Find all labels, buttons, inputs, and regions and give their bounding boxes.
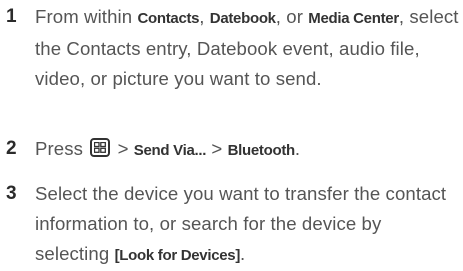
step-number: 2 — [6, 138, 17, 159]
step-3: 3 Select the device you want to transfer… — [0, 179, 463, 269]
instruction-steps: 1 From within Contacts, Datebook, or Med… — [0, 0, 463, 268]
menu-keyword-look-for-devices: [Look for Devices] — [114, 247, 241, 264]
menu-keyword-media-center: Media Center — [308, 10, 399, 27]
menu-keyword-datebook: Datebook — [209, 10, 276, 27]
menu-keyword-contacts: Contacts — [137, 10, 200, 27]
menu-keyword-send-via: Send Via... — [133, 142, 207, 159]
text-segment: From within — [35, 6, 138, 27]
step-number: 1 — [6, 6, 17, 27]
step-2: 2 Press > Send Via... > Bluetooth. — [0, 134, 463, 164]
menu-key-icon — [90, 138, 111, 157]
text-segment: , — [199, 6, 210, 27]
step-1: 1 From within Contacts, Datebook, or Med… — [0, 2, 463, 122]
step-text: Press > Send Via... > Bluetooth. — [35, 134, 459, 166]
text-segment: , or — [275, 6, 309, 27]
text-segment: > — [206, 138, 228, 159]
step-number: 3 — [6, 183, 17, 204]
step-text: Select the device you want to transfer t… — [35, 179, 459, 271]
text-segment: > — [112, 138, 134, 159]
menu-keyword-bluetooth: Bluetooth — [227, 142, 296, 159]
text-segment: Press — [35, 138, 89, 159]
text-segment: . — [294, 138, 301, 159]
text-segment: . — [240, 243, 246, 264]
step-text: From within Contacts, Datebook, or Media… — [35, 2, 459, 94]
